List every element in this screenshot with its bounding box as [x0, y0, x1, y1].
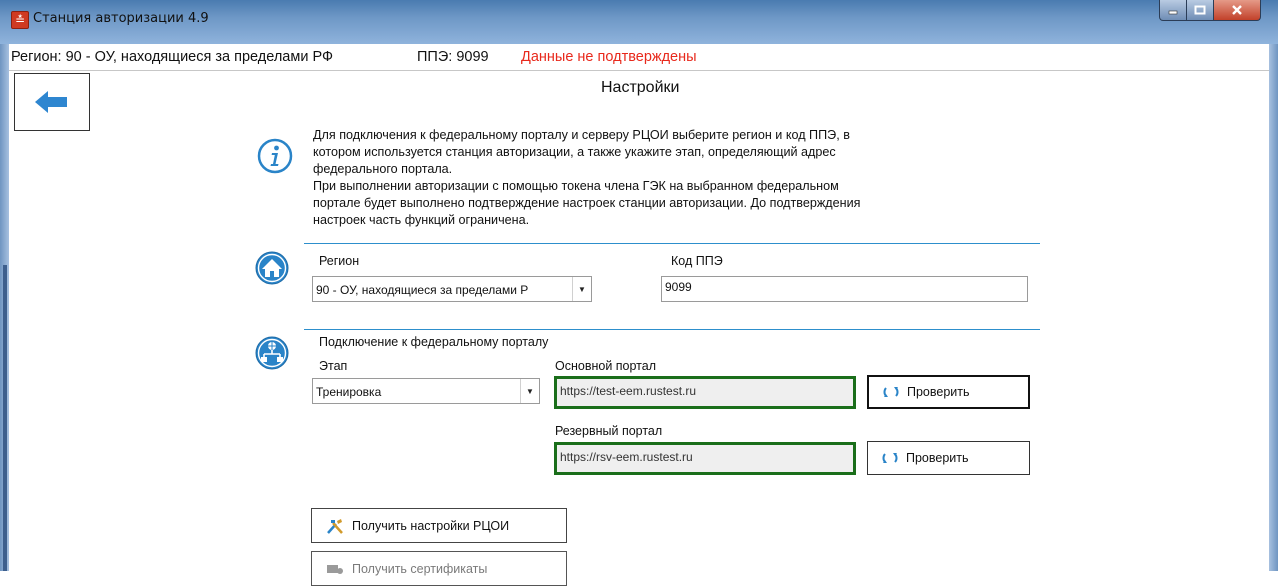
status-ppe: ППЭ: 9099 — [417, 49, 489, 65]
info-line: котором используется станция авторизации… — [313, 145, 836, 159]
tools-icon — [327, 518, 343, 534]
get-rcoi-settings-label: Получить настройки РЦОИ — [352, 518, 510, 533]
close-icon — [1232, 5, 1242, 15]
stage-select[interactable]: Тренировка ▼ — [312, 378, 540, 404]
ppe-input[interactable]: 9099 — [661, 276, 1028, 302]
chevron-down-icon: ▼ — [520, 379, 539, 403]
region-select[interactable]: 90 - ОУ, находящиеся за пределами Р ▼ — [312, 276, 592, 302]
settings-page: Настройки Для подключения к федеральному… — [9, 71, 1269, 586]
ppe-value: 9099 — [665, 280, 692, 294]
reserve-portal-label: Резервный портал — [555, 424, 663, 438]
info-icon — [257, 138, 293, 174]
portal-section-title: Подключение к федеральному порталу — [319, 335, 549, 349]
info-line: федерального портала. — [313, 162, 453, 176]
window-title: Станция авторизации 4.9 — [33, 11, 209, 26]
info-text: Для подключения к федеральному порталу и… — [313, 127, 1033, 229]
stage-label: Этап — [319, 359, 348, 373]
get-certificates-button[interactable]: Получить сертификаты — [311, 551, 567, 586]
check-main-portal-button[interactable]: Проверить — [867, 375, 1030, 409]
reserve-portal-value: https://rsv-eem.rustest.ru — [560, 450, 693, 464]
info-line: Для подключения к федеральному порталу и… — [313, 128, 850, 142]
ppe-label: Код ППЭ — [671, 254, 723, 268]
divider — [304, 243, 1040, 244]
network-icon — [255, 336, 289, 370]
check-reserve-portal-button[interactable]: Проверить — [867, 441, 1030, 475]
stage-value: Тренировка — [316, 385, 382, 399]
maximize-icon — [1194, 5, 1206, 15]
info-line: настроек часть функций ограничена. — [313, 213, 530, 227]
minimize-button[interactable] — [1159, 0, 1187, 21]
info-line: При выполнении авторизации с помощью ток… — [313, 179, 839, 193]
app-logo-icon: ≛ — [11, 11, 29, 29]
status-warning: Данные не подтверждены — [521, 49, 697, 65]
window-controls — [1159, 0, 1261, 21]
info-line: портале будет выполнено подтверждение на… — [313, 196, 861, 210]
refresh-icon — [882, 453, 898, 463]
back-button[interactable] — [14, 73, 90, 131]
close-button[interactable] — [1214, 0, 1261, 21]
refresh-icon — [883, 387, 899, 397]
main-portal-label: Основной портал — [555, 359, 657, 373]
home-icon — [255, 251, 289, 285]
get-certificates-label: Получить сертификаты — [352, 561, 488, 576]
check-label: Проверить — [907, 385, 970, 399]
main-portal-field[interactable]: https://test-eem.rustest.ru — [554, 376, 856, 409]
reserve-portal-field[interactable]: https://rsv-eem.rustest.ru — [554, 442, 856, 475]
region-value: 90 - ОУ, находящиеся за пределами Р — [316, 283, 529, 297]
get-rcoi-settings-button[interactable]: Получить настройки РЦОИ — [311, 508, 567, 543]
arrow-left-icon — [35, 91, 67, 113]
page-title: Настройки — [601, 79, 680, 96]
status-region: Регион: 90 - ОУ, находящиеся за пределам… — [11, 49, 333, 65]
maximize-button[interactable] — [1187, 0, 1214, 21]
minimize-icon — [1168, 10, 1178, 15]
certificate-icon — [327, 564, 343, 574]
window-frame-shadow — [3, 265, 7, 571]
region-label: Регион — [319, 254, 360, 268]
main-portal-value: https://test-eem.rustest.ru — [560, 384, 697, 398]
status-bar: Регион: 90 - ОУ, находящиеся за пределам… — [9, 44, 1269, 71]
divider — [304, 329, 1040, 330]
window-frame-right — [1269, 44, 1278, 571]
chevron-down-icon: ▼ — [572, 277, 591, 301]
title-bar: ≛ Станция авторизации 4.9 — [0, 0, 1278, 45]
check-label: Проверить — [906, 451, 969, 465]
